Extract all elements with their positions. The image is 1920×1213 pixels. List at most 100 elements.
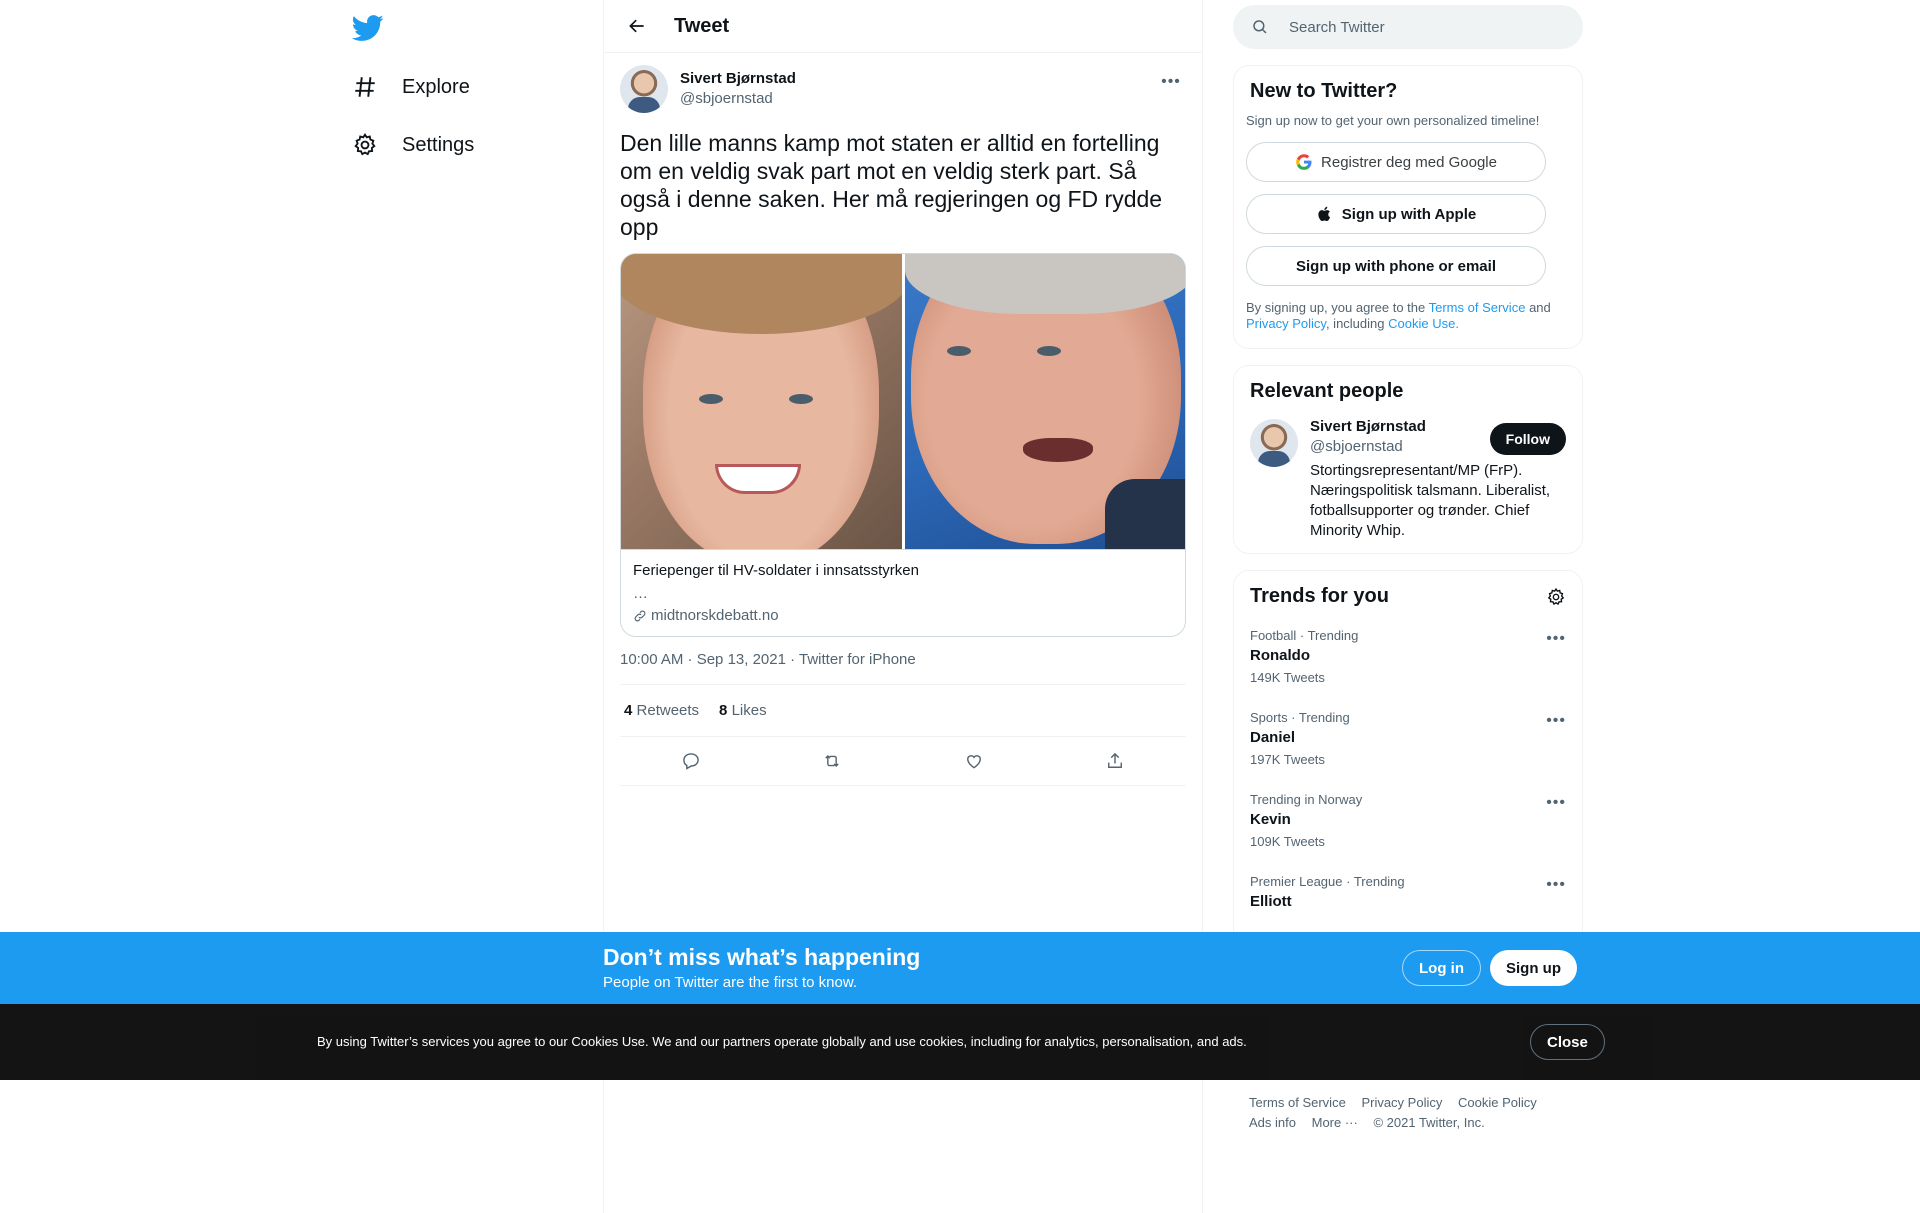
footer-copyright: © 2021 Twitter, Inc. <box>1373 1115 1485 1130</box>
tweet-timestamp[interactable]: 10:00 AM · Sep 13, 2021 · Twitter for iP… <box>620 651 1186 685</box>
apple-signup-button[interactable]: Sign up with Apple <box>1246 194 1546 234</box>
search-input[interactable] <box>1289 18 1549 36</box>
legal-including: , including <box>1325 316 1385 331</box>
arrow-left-icon <box>629 19 644 33</box>
reply-button[interactable] <box>672 747 710 775</box>
apple-signup-label: Sign up with Apple <box>1341 205 1477 223</box>
follow-button[interactable]: Follow <box>1489 423 1566 455</box>
trend-meta: Premier League · Trending <box>1250 874 1405 889</box>
reply-icon <box>682 753 699 770</box>
twitter-logo-icon[interactable] <box>351 12 384 42</box>
trends-title: Trends for you <box>1250 585 1389 607</box>
hashtag-icon <box>355 77 375 97</box>
trend-name: Ronaldo <box>1250 647 1310 664</box>
card-title: Feriepenger til HV-soldater i innsatssty… <box>633 562 919 579</box>
likes-label: Likes <box>731 702 767 719</box>
retweets-stat[interactable]: 4 Retweets <box>624 702 699 719</box>
card-domain: midtnorskdebatt.no <box>633 606 1173 626</box>
more-options-icon[interactable]: ••• <box>1156 67 1186 97</box>
cookie-close-button[interactable]: Close <box>1530 1024 1605 1060</box>
signup-panel: New to Twitter? Sign up now to get your … <box>1233 65 1583 349</box>
card-image <box>621 254 1185 550</box>
promo-subtitle: People on Twitter are the first to know. <box>603 974 858 991</box>
back-button[interactable] <box>620 9 654 43</box>
tweet: Sivert Bjørnstad @sbjoernstad ••• Den li… <box>604 53 1202 786</box>
promo-bar: Don’t miss what’s happening People on Tw… <box>0 932 1920 1004</box>
likes-stat[interactable]: 8 Likes <box>719 702 767 719</box>
cookie-use-link[interactable]: Cookie Use. <box>1388 316 1459 331</box>
author-avatar[interactable] <box>620 65 668 113</box>
relevant-person[interactable]: Sivert Bjørnstad @sbjoernstad Stortingsr… <box>1234 403 1582 553</box>
right-sidebar: New to Twitter? Sign up now to get your … <box>1233 0 1583 945</box>
legal-prefix: By signing up, you agree to the <box>1246 300 1426 315</box>
relevant-people-title: Relevant people <box>1250 380 1404 402</box>
search-box[interactable] <box>1233 5 1583 49</box>
login-button[interactable]: Log in <box>1402 950 1481 986</box>
card-description: … <box>633 585 648 602</box>
privacy-link[interactable]: Privacy Policy <box>1246 316 1326 331</box>
retweet-button[interactable] <box>813 747 851 775</box>
tweet-text: Den lille manns kamp mot staten er allti… <box>620 130 1163 240</box>
trend-name: Kevin <box>1250 811 1291 828</box>
trends-header: Trends for you <box>1234 571 1582 616</box>
nav-settings[interactable]: Settings <box>352 125 474 165</box>
nav-explore-label: Explore <box>402 75 470 98</box>
footer-links: Terms of Service Privacy Policy Cookie P… <box>1249 1093 1569 1133</box>
retweet-icon <box>825 754 840 768</box>
share-button[interactable] <box>1096 747 1134 775</box>
trends-settings-icon[interactable] <box>1546 587 1566 607</box>
trends-panel: Trends for you Football · Trending Ronal… <box>1233 570 1583 945</box>
nav-explore[interactable]: Explore <box>352 67 470 107</box>
more-options-icon[interactable]: ••• <box>1546 794 1566 812</box>
like-button[interactable] <box>955 747 993 775</box>
footer-cookie-link[interactable]: Cookie Policy <box>1458 1093 1537 1113</box>
trend-item[interactable]: Trending in Norway Kevin 109K Tweets ••• <box>1234 780 1582 862</box>
heart-icon <box>966 755 981 769</box>
retweets-label: Retweets <box>636 702 700 719</box>
retweets-count: 4 <box>624 702 633 719</box>
more-options-icon[interactable]: ••• <box>1546 630 1566 648</box>
link-card[interactable]: Feriepenger til HV-soldater i innsatssty… <box>620 253 1186 637</box>
trend-name: Elliott <box>1250 893 1292 910</box>
search-icon <box>1253 20 1267 34</box>
gear-icon <box>354 133 376 156</box>
cookie-text: By using Twitter’s services you agree to… <box>317 1034 1247 1049</box>
footer-more-link[interactable]: More ··· <box>1312 1113 1358 1133</box>
link-icon <box>634 610 646 622</box>
trend-count: 109K Tweets <box>1250 834 1325 849</box>
phone-signup-label: Sign up with phone or email <box>1295 257 1496 275</box>
person-avatar[interactable] <box>1250 419 1298 467</box>
trend-item[interactable]: Sports · Trending Daniel 197K Tweets ••• <box>1234 698 1582 780</box>
terms-link[interactable]: Terms of Service <box>1429 300 1526 315</box>
share-icon <box>1108 752 1123 768</box>
trend-meta: Trending in Norway <box>1250 792 1363 807</box>
footer-privacy-link[interactable]: Privacy Policy <box>1361 1093 1442 1113</box>
google-signup-label: Registrer deg med Google <box>1321 153 1497 171</box>
card-photo-right <box>904 254 1185 549</box>
tweet-stats: 4 Retweets 8 Likes <box>620 685 1186 737</box>
trend-item[interactable]: Football · Trending Ronaldo 149K Tweets … <box>1234 616 1582 698</box>
cookie-banner: By using Twitter’s services you agree to… <box>0 1004 1920 1080</box>
more-options-icon[interactable]: ••• <box>1546 712 1566 730</box>
card-domain-text: midtnorskdebatt.no <box>651 607 779 624</box>
footer-ads-link[interactable]: Ads info <box>1249 1113 1296 1133</box>
signup-subtitle: Sign up now to get your own personalized… <box>1246 113 1540 128</box>
signup-button[interactable]: Sign up <box>1490 950 1577 986</box>
tweet-header: Sivert Bjørnstad @sbjoernstad ••• <box>620 65 1186 113</box>
main-header: Tweet <box>604 0 1202 53</box>
author-name[interactable]: Sivert Bjørnstad <box>680 69 796 89</box>
footer-terms-link[interactable]: Terms of Service <box>1249 1093 1346 1113</box>
trend-name: Daniel <box>1250 729 1296 746</box>
phone-signup-button[interactable]: Sign up with phone or email <box>1246 246 1546 286</box>
more-options-icon[interactable]: ••• <box>1546 876 1566 894</box>
nav-settings-label: Settings <box>402 133 475 156</box>
google-signup-button[interactable]: Registrer deg med Google <box>1246 142 1546 182</box>
trend-meta: Football · Trending <box>1250 628 1359 643</box>
person-bio: Stortingsrepresentant/MP (FrP). Næringsp… <box>1310 462 1551 539</box>
apple-icon <box>1318 206 1330 222</box>
trend-count: 197K Tweets <box>1250 752 1325 767</box>
card-body: Feriepenger til HV-soldater i innsatssty… <box>621 550 1185 636</box>
signup-title: New to Twitter? <box>1250 80 1398 102</box>
relevant-people-panel: Relevant people Sivert Bjørnstad @sbjoer… <box>1233 365 1583 554</box>
author-handle[interactable]: @sbjoernstad <box>680 89 796 109</box>
